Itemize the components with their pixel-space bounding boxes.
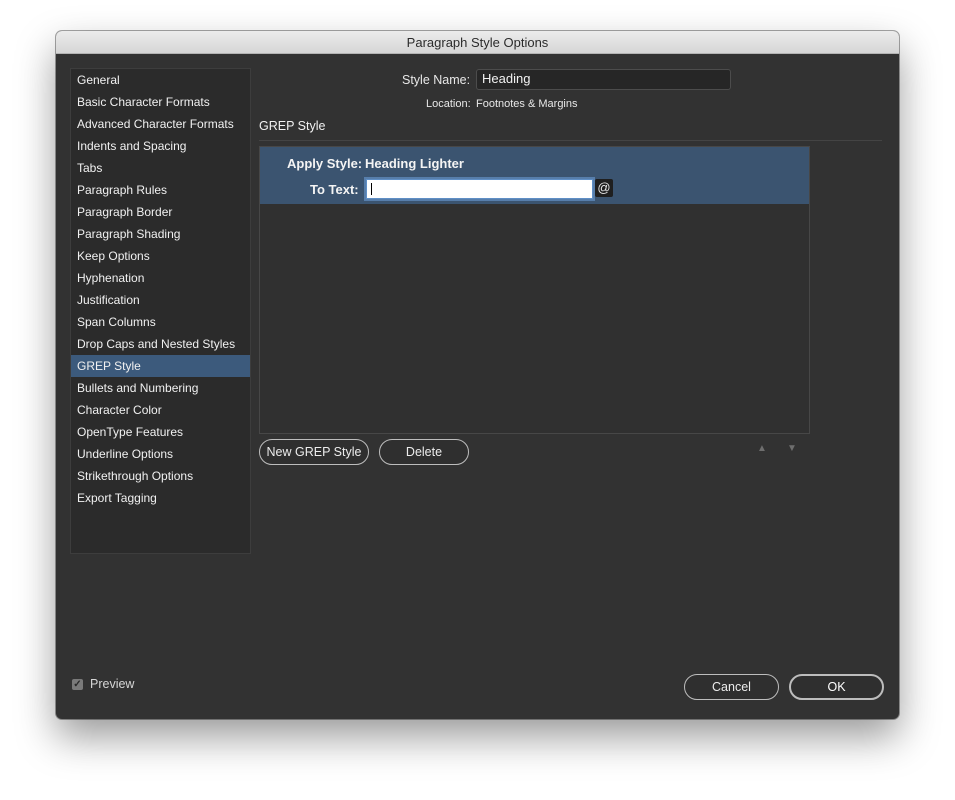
sidebar-item-opentype-features[interactable]: OpenType Features bbox=[71, 421, 250, 443]
sidebar-item-hyphenation[interactable]: Hyphenation bbox=[71, 267, 250, 289]
sidebar-item-paragraph-rules[interactable]: Paragraph Rules bbox=[71, 179, 250, 201]
section-separator bbox=[259, 140, 882, 141]
delete-button[interactable]: Delete bbox=[379, 439, 469, 465]
sidebar-item-paragraph-shading[interactable]: Paragraph Shading bbox=[71, 223, 250, 245]
window-title: Paragraph Style Options bbox=[56, 31, 899, 54]
location-value: Footnotes & Margins bbox=[476, 98, 578, 110]
category-sidebar: General Basic Character Formats Advanced… bbox=[70, 68, 251, 554]
sidebar-item-character-color[interactable]: Character Color bbox=[71, 399, 250, 421]
text-caret bbox=[371, 183, 372, 195]
preview-checkbox[interactable]: ✓ bbox=[72, 679, 83, 690]
paragraph-style-options-dialog: Paragraph Style Options General Basic Ch… bbox=[56, 31, 899, 719]
sidebar-item-drop-caps-and-nested-styles[interactable]: Drop Caps and Nested Styles bbox=[71, 333, 250, 355]
grep-rule-row[interactable]: Apply Style: Heading Lighter To Text: @ bbox=[260, 147, 809, 204]
triangle-up-icon[interactable]: ▲ bbox=[757, 443, 767, 454]
preview-label: Preview bbox=[90, 677, 135, 691]
sidebar-item-export-tagging[interactable]: Export Tagging bbox=[71, 487, 250, 509]
apply-style-label: Apply Style: bbox=[287, 156, 363, 171]
cancel-button[interactable]: Cancel bbox=[684, 674, 779, 700]
sidebar-item-strikethrough-options[interactable]: Strikethrough Options bbox=[71, 465, 250, 487]
sidebar-item-bullets-and-numbering[interactable]: Bullets and Numbering bbox=[71, 377, 250, 399]
sidebar-item-underline-options[interactable]: Underline Options bbox=[71, 443, 250, 465]
sidebar-item-keep-options[interactable]: Keep Options bbox=[71, 245, 250, 267]
triangle-down-icon[interactable]: ▼ bbox=[787, 443, 797, 454]
ok-button[interactable]: OK bbox=[789, 674, 884, 700]
section-title: GREP Style bbox=[259, 119, 326, 133]
sidebar-item-tabs[interactable]: Tabs bbox=[71, 157, 250, 179]
location-label: Location: bbox=[426, 98, 471, 110]
sidebar-item-general[interactable]: General bbox=[71, 69, 250, 91]
sidebar-item-paragraph-border[interactable]: Paragraph Border bbox=[71, 201, 250, 223]
sidebar-item-indents-and-spacing[interactable]: Indents and Spacing bbox=[71, 135, 250, 157]
sidebar-item-basic-character-formats[interactable]: Basic Character Formats bbox=[71, 91, 250, 113]
new-grep-style-button[interactable]: New GREP Style bbox=[259, 439, 369, 465]
sidebar-item-grep-style[interactable]: GREP Style bbox=[71, 355, 250, 377]
sidebar-item-advanced-character-formats[interactable]: Advanced Character Formats bbox=[71, 113, 250, 135]
to-text-input[interactable] bbox=[366, 179, 593, 199]
style-name-label: Style Name: bbox=[402, 73, 471, 87]
style-name-field[interactable]: Heading bbox=[476, 69, 731, 90]
apply-style-dropdown[interactable]: Heading Lighter bbox=[365, 156, 464, 171]
grep-style-list: Apply Style: Heading Lighter To Text: @ bbox=[259, 146, 810, 434]
to-text-label: To Text: bbox=[310, 182, 359, 197]
sidebar-item-justification[interactable]: Justification bbox=[71, 289, 250, 311]
at-sign-icon[interactable]: @ bbox=[595, 179, 613, 197]
sidebar-item-span-columns[interactable]: Span Columns bbox=[71, 311, 250, 333]
